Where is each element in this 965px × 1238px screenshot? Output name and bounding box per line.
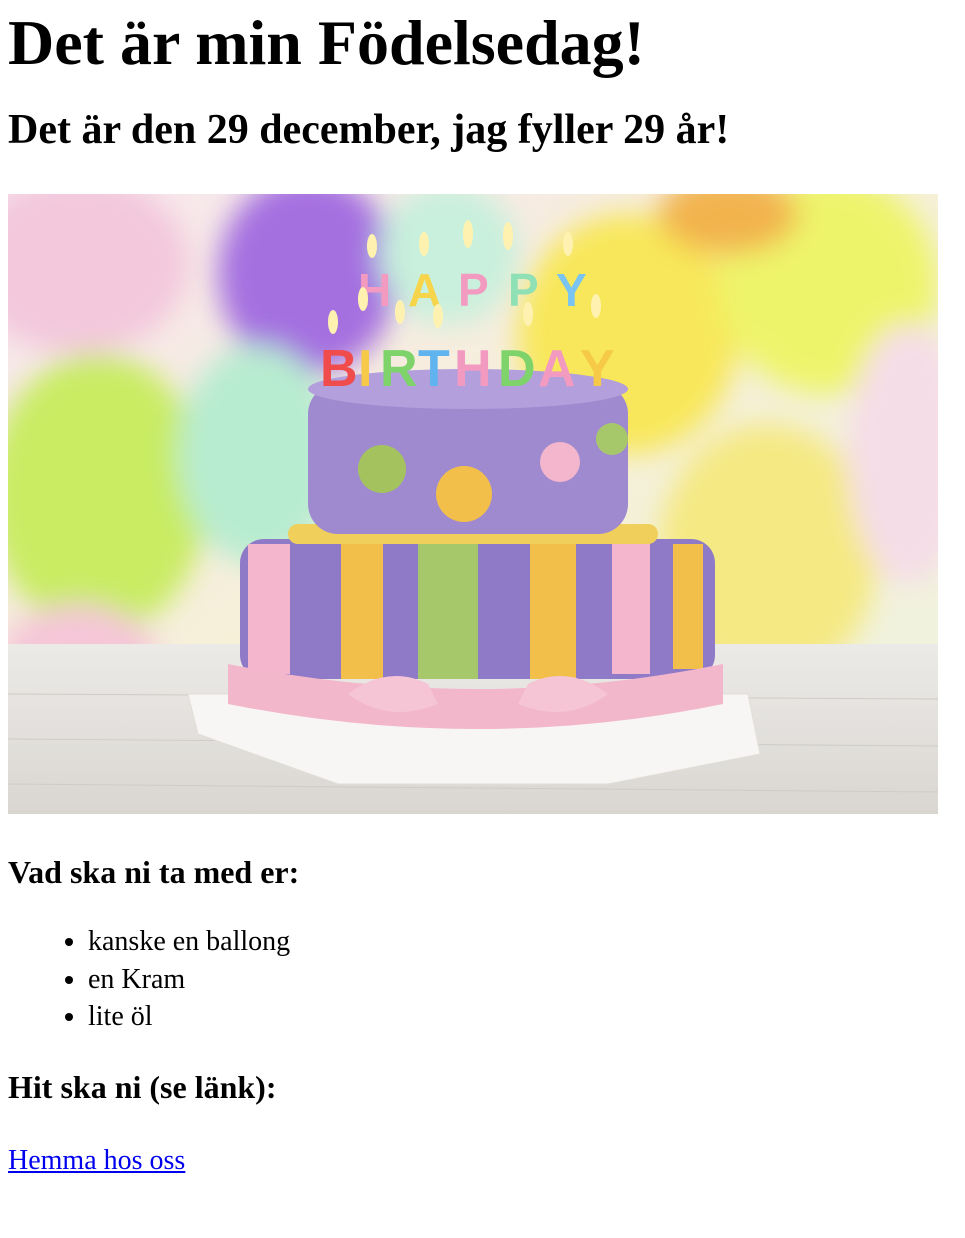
svg-text:Y: Y xyxy=(580,340,615,398)
svg-text:P: P xyxy=(458,264,489,316)
home-link[interactable]: Hemma hos oss xyxy=(8,1145,185,1176)
where-heading: Hit ska ni (se länk): xyxy=(8,1068,277,1105)
bring-list: kanske en ballong en Kram lite öl xyxy=(8,923,957,1036)
page-subtitle: Det är den 29 december, jag fyller 29 år… xyxy=(8,107,730,153)
svg-text:T: T xyxy=(418,340,450,398)
svg-text:H: H xyxy=(454,340,492,398)
svg-text:B: B xyxy=(320,340,358,398)
list-item: lite öl xyxy=(88,998,957,1036)
list-item: kanske en ballong xyxy=(88,923,957,961)
svg-text:R: R xyxy=(380,340,418,398)
list-item: en Kram xyxy=(88,961,957,999)
svg-text:D: D xyxy=(498,340,536,398)
svg-text:I: I xyxy=(358,340,372,398)
svg-text:P: P xyxy=(508,264,539,316)
page-content: Det är min Födelsedag! Det är den 29 dec… xyxy=(0,6,965,1178)
svg-text:Y: Y xyxy=(556,264,587,316)
page-title: Det är min Födelsedag! xyxy=(8,7,645,78)
bring-heading: Vad ska ni ta med er: xyxy=(8,854,300,890)
birthday-cake-image: H A P P Y B I R T H D A Y xyxy=(8,194,938,814)
link-container: Hemma hos oss xyxy=(8,1144,957,1178)
svg-text:A: A xyxy=(538,340,576,398)
